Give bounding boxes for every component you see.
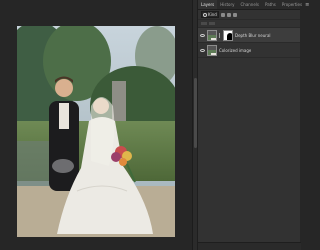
link-icon[interactable]: [219, 32, 221, 38]
blend-options-row: [198, 20, 300, 28]
adjustment-filter-icon[interactable]: [226, 12, 231, 17]
layer-name: Depth Blur neural: [235, 32, 271, 38]
tab-channels[interactable]: Channels: [237, 0, 262, 9]
blend-mode-select[interactable]: [201, 22, 207, 25]
layer-name: Colorized image: [219, 47, 252, 53]
layer-thumbnail: [207, 44, 217, 56]
pixel-filter-icon[interactable]: [220, 12, 225, 17]
layers-panel: Layers History Channels Paths Properties…: [197, 0, 309, 250]
eye-icon[interactable]: [200, 48, 205, 52]
layer-filter-row: Kind: [198, 10, 300, 20]
photoshop-window: Layers History Channels Paths Properties…: [0, 0, 309, 250]
search-icon: [203, 12, 207, 17]
layer-thumbnail: [207, 29, 217, 41]
tab-properties[interactable]: Properties: [279, 0, 305, 9]
tab-paths[interactable]: Paths: [262, 0, 279, 9]
document-canvas[interactable]: [17, 26, 175, 237]
layer-mask-thumbnail[interactable]: [223, 29, 233, 41]
opacity-field[interactable]: [209, 22, 215, 25]
tab-layers[interactable]: Layers: [198, 0, 218, 9]
panel-footer: [198, 242, 301, 250]
eye-icon[interactable]: [200, 33, 205, 37]
layer-row[interactable]: Depth Blur neural: [198, 28, 300, 43]
type-filter-icon[interactable]: [232, 12, 237, 17]
panel-menu-icon[interactable]: ≡: [305, 0, 311, 9]
canvas-area[interactable]: [0, 0, 193, 250]
layer-row[interactable]: Colorized image: [198, 43, 300, 58]
tab-history[interactable]: History: [217, 0, 237, 9]
wedding-photo: [17, 26, 175, 237]
panel-tabs: Layers History Channels Paths Properties…: [198, 0, 309, 10]
filter-kind-label: Kind: [208, 11, 217, 17]
layer-kind-filter[interactable]: Kind: [201, 11, 219, 18]
